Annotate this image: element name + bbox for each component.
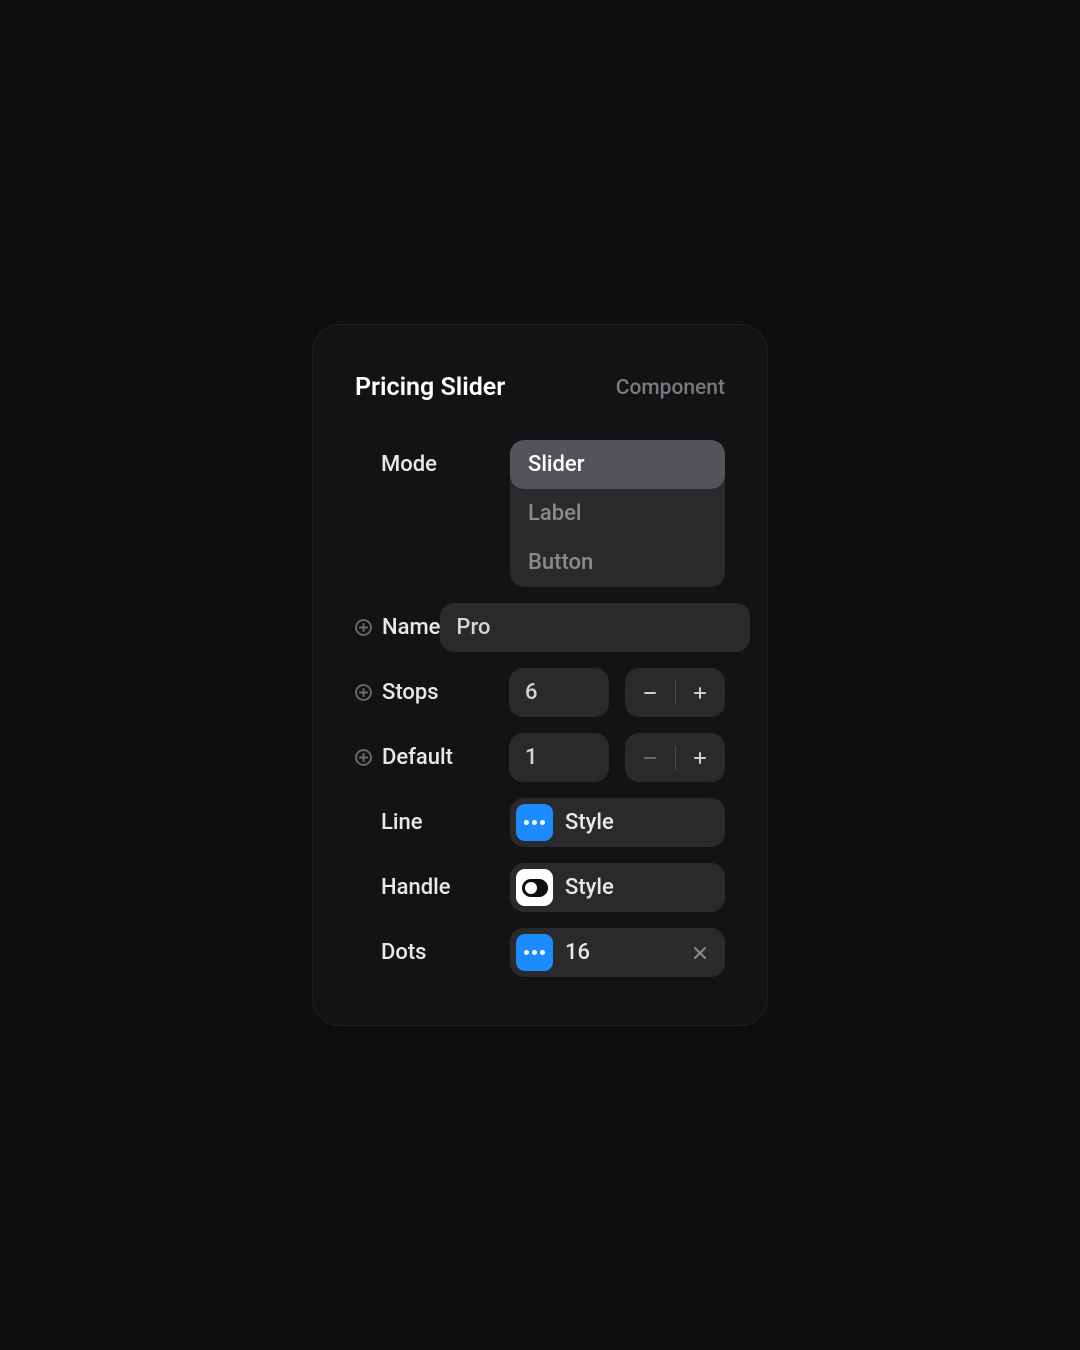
mode-control-col: Slider Label Button (510, 440, 725, 587)
plus-circle-icon (355, 749, 372, 766)
default-label-col: Default (355, 733, 509, 770)
stops-increment[interactable] (676, 668, 726, 717)
default-input[interactable] (509, 733, 609, 782)
stops-control-col (509, 668, 725, 717)
mode-option-button[interactable]: Button (510, 538, 725, 587)
panel-header: Pricing Slider Component (355, 373, 725, 402)
line-style-value: Style (565, 810, 719, 835)
dots-row: Dots 16 (355, 928, 725, 977)
plus-circle-icon (355, 684, 372, 701)
dots-label: Dots (381, 940, 427, 965)
plus-icon (692, 750, 708, 766)
name-label-col: Name (355, 603, 440, 640)
name-control-col (440, 603, 750, 652)
stops-input[interactable] (509, 668, 609, 717)
line-style-picker[interactable]: Style (510, 798, 725, 847)
handle-control-col: Style (510, 863, 725, 912)
plus-icon (692, 685, 708, 701)
panel-title: Pricing Slider (355, 373, 505, 402)
mode-label: Mode (381, 452, 437, 477)
default-control-col (509, 733, 725, 782)
dots-icon (524, 950, 545, 955)
dots-value: 16 (565, 940, 669, 965)
line-control-col: Style (510, 798, 725, 847)
mode-row: Mode Slider Label Button (355, 440, 725, 587)
name-label: Name (382, 615, 440, 640)
properties-panel: Pricing Slider Component Mode Slider Lab… (312, 324, 768, 1026)
stops-stepper (625, 668, 725, 717)
panel-type: Component (616, 376, 725, 400)
line-row: Line Style (355, 798, 725, 847)
name-row: Name (355, 603, 725, 652)
mode-option-label[interactable]: Label (510, 489, 725, 538)
dots-clear-button[interactable] (681, 946, 719, 960)
toggle-icon (522, 879, 548, 897)
default-increment[interactable] (676, 733, 726, 782)
dots-control-col: 16 (510, 928, 725, 977)
minus-icon (642, 685, 658, 701)
stops-label-col: Stops (355, 668, 509, 705)
default-label: Default (382, 745, 453, 770)
line-style-thumb (516, 804, 553, 841)
line-label: Line (381, 810, 423, 835)
line-label-col: Line (355, 798, 510, 835)
name-input[interactable] (440, 603, 750, 652)
plus-circle-icon (355, 619, 372, 636)
dots-picker[interactable]: 16 (510, 928, 725, 977)
stops-label: Stops (382, 680, 439, 705)
stops-decrement[interactable] (625, 668, 675, 717)
close-icon (693, 946, 707, 960)
default-decrement[interactable] (625, 733, 675, 782)
default-stepper (625, 733, 725, 782)
default-row: Default (355, 733, 725, 782)
mode-label-col: Mode (355, 440, 510, 477)
mode-option-slider[interactable]: Slider (510, 440, 725, 489)
dots-icon (524, 820, 545, 825)
handle-style-thumb (516, 869, 553, 906)
dots-thumb (516, 934, 553, 971)
handle-label-col: Handle (355, 863, 510, 900)
handle-style-value: Style (565, 875, 719, 900)
minus-icon (642, 750, 658, 766)
handle-style-picker[interactable]: Style (510, 863, 725, 912)
stops-row: Stops (355, 668, 725, 717)
handle-label: Handle (381, 875, 451, 900)
dots-label-col: Dots (355, 928, 510, 965)
mode-select[interactable]: Slider Label Button (510, 440, 725, 587)
handle-row: Handle Style (355, 863, 725, 912)
